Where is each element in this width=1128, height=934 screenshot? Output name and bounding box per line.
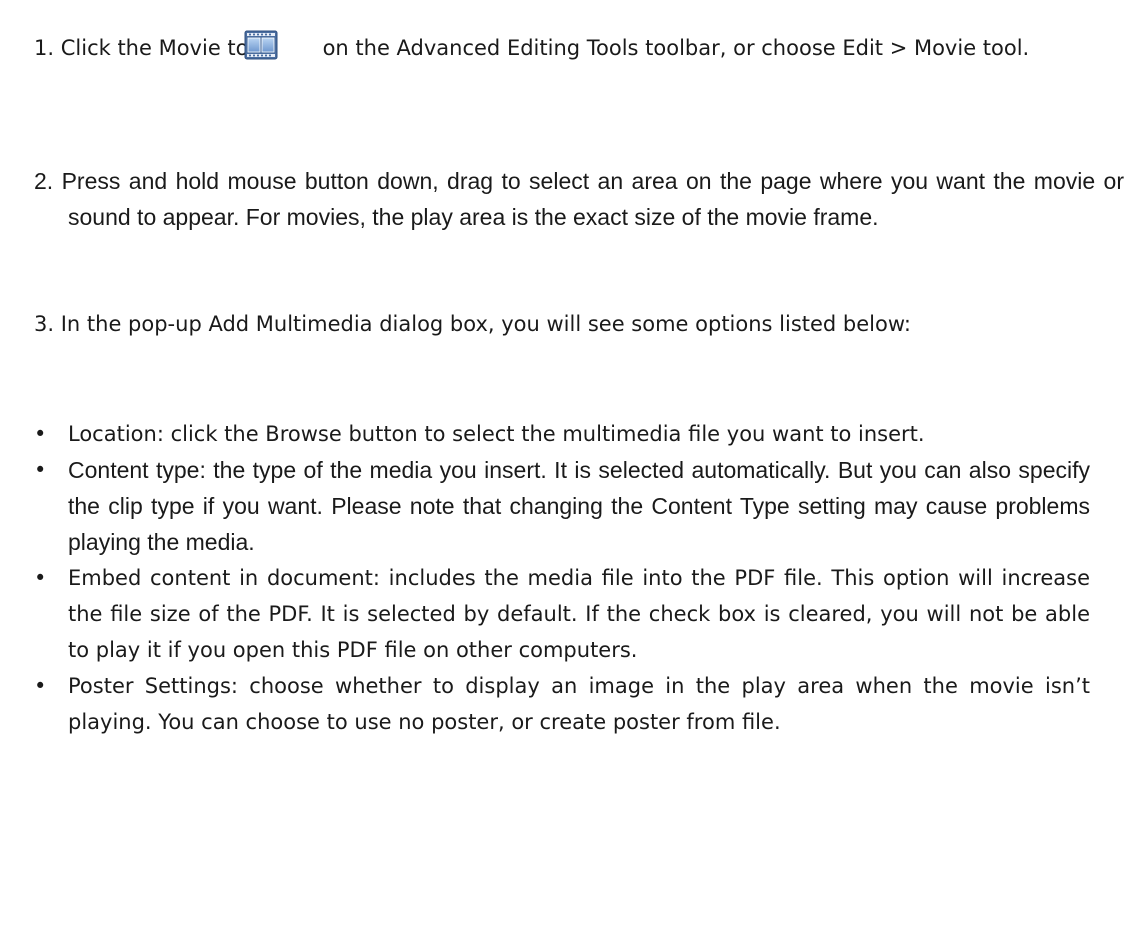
- option-content-type: Content type: the type of the media you …: [68, 457, 1090, 555]
- options-list: • Location: click the Browse button to s…: [34, 416, 1090, 740]
- option-location: Location: click the Browse button to sel…: [68, 422, 925, 446]
- step-3-paragraph: 3. In the pop-up Add Multimedia dialog b…: [34, 306, 1090, 342]
- bullet-icon: •: [34, 458, 47, 482]
- step-1-text-after-icon: on the Advanced Editing Tools toolbar, o…: [322, 36, 1030, 60]
- step-1-text-before-icon: Click the Movie tool: [60, 36, 268, 60]
- bullet-icon: •: [34, 422, 47, 446]
- step-1-paragraph: 1. Click the Movie tool on the Advanced …: [34, 29, 1124, 66]
- list-item: • Location: click the Browse button to s…: [34, 416, 1090, 452]
- option-poster-settings: Poster Settings: choose whether to displ…: [68, 674, 1090, 734]
- list-item: • Poster Settings: choose whether to dis…: [34, 668, 1090, 740]
- step-1-number: 1.: [34, 36, 55, 60]
- movie-film-icon: [244, 29, 312, 61]
- step-2-paragraph: 2. Press and hold mouse button down, dra…: [34, 163, 1124, 235]
- list-item: • Embed content in document: includes th…: [34, 560, 1090, 668]
- option-embed-content: Embed content in document: includes the …: [68, 566, 1090, 662]
- step-3-text: In the pop-up Add Multimedia dialog box,…: [60, 312, 911, 336]
- document-page: 1. Click the Movie tool on the Advanced …: [0, 0, 1128, 934]
- bullet-icon: •: [34, 566, 47, 590]
- bullet-icon: •: [34, 674, 47, 698]
- step-2-text: Press and hold mouse button down, drag t…: [61, 168, 1125, 230]
- step-3-number: 3.: [34, 312, 55, 336]
- step-2-number: 2.: [34, 168, 54, 194]
- list-item: • Content type: the type of the media yo…: [34, 452, 1090, 560]
